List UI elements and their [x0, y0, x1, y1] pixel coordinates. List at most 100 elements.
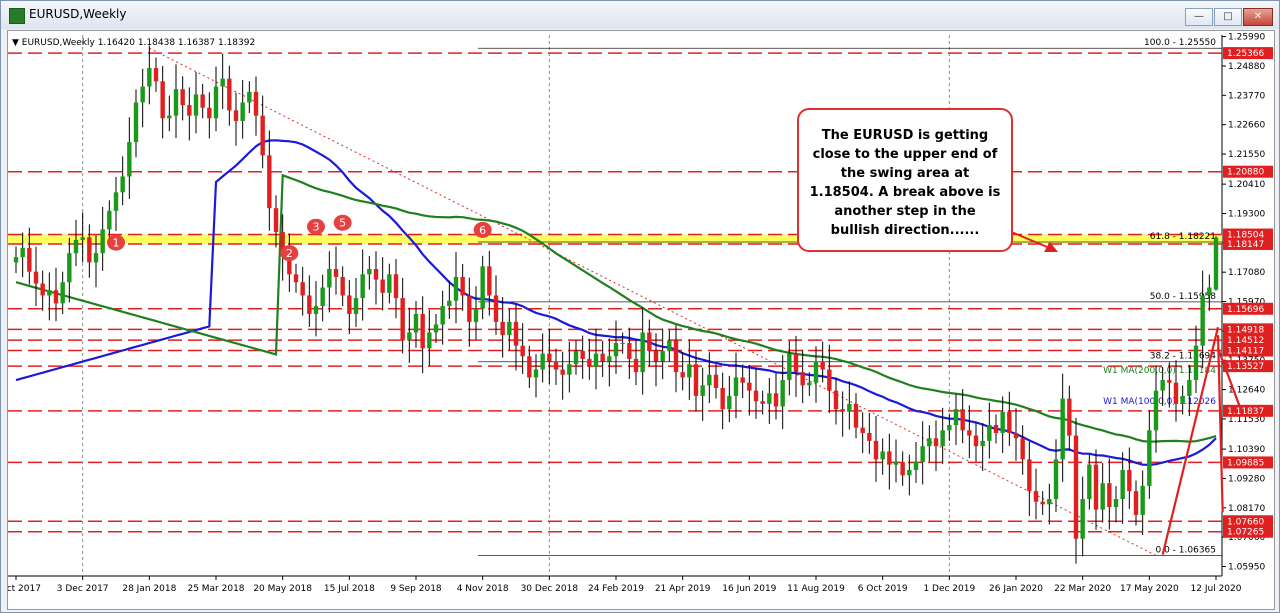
- candle-body: [913, 462, 919, 470]
- time-tick-label: 17 May 2020: [1120, 584, 1179, 594]
- minimize-button[interactable]: —: [1185, 8, 1213, 26]
- candle-body: [107, 210, 112, 230]
- time-tick-label: 9 Sep 2018: [390, 584, 442, 594]
- candle-body: [413, 313, 419, 333]
- candlesticks: [13, 45, 1219, 564]
- candle-body: [787, 353, 792, 381]
- candle-body: [1027, 459, 1032, 492]
- candle-body: [267, 155, 272, 209]
- candle-body: [873, 440, 879, 460]
- candle-body: [200, 94, 205, 108]
- candle-body: [93, 253, 99, 263]
- candle-body: [853, 403, 859, 428]
- candle-body: [20, 247, 25, 258]
- chart-area[interactable]: 1.25990 1.24880 1.23770 1.22660 1.21550 1.204…: [7, 30, 1275, 610]
- candle-body: [1160, 380, 1165, 391]
- time-tick-label: 20 May 2018: [253, 584, 312, 594]
- candle-body: [1047, 499, 1052, 505]
- candle-body: [153, 68, 159, 82]
- title-bar: EURUSD,Weekly — □ ✕: [1, 1, 1279, 29]
- candle-body: [1033, 491, 1039, 502]
- candle-body: [360, 274, 365, 299]
- candle-body: [407, 332, 412, 341]
- candle-body: [667, 340, 672, 351]
- candle-body: [367, 269, 372, 275]
- candle-body: [27, 247, 32, 272]
- candle-body: [340, 276, 345, 296]
- ma-100-line: [15, 139, 1217, 467]
- candle-body: [773, 393, 779, 407]
- candle-body: [1053, 459, 1059, 500]
- candle-body: [900, 462, 905, 476]
- candle-body: [593, 353, 599, 367]
- price-tick-label: 1.23770: [1228, 91, 1265, 101]
- annotation-callout: The EURUSD is getting close to the upper…: [797, 108, 1013, 252]
- level-label: 1.11837: [1227, 407, 1264, 417]
- candle-body: [627, 343, 632, 359]
- level-label: 1.07265: [1227, 528, 1264, 538]
- candle-body: [380, 279, 385, 293]
- candle-body: [613, 343, 619, 357]
- price-tick-label: 1.08170: [1228, 504, 1265, 514]
- candle-body: [60, 282, 65, 304]
- candle-body: [720, 387, 725, 410]
- candle-body: [1200, 295, 1205, 346]
- candle-body: [940, 430, 945, 447]
- candle-body: [273, 208, 279, 232]
- close-button[interactable]: ✕: [1243, 8, 1273, 26]
- candle-body: [653, 350, 659, 362]
- time-tick-label: 8 Oct 2017: [8, 584, 41, 594]
- candle-body: [87, 237, 92, 263]
- swing-marker-label: 1: [113, 237, 120, 250]
- time-tick-label: 4 Nov 2018: [457, 584, 509, 594]
- candle-body: [747, 382, 752, 391]
- candle-body: [487, 266, 492, 296]
- candle-body: [220, 78, 225, 87]
- candle-body: [827, 369, 832, 391]
- candle-body: [1000, 411, 1005, 433]
- candle-body: [547, 353, 552, 362]
- candle-body: [987, 425, 992, 441]
- candle-body: [1013, 432, 1019, 439]
- time-tick-label: 3 Dec 2017: [57, 584, 109, 594]
- candle-body: [1107, 483, 1112, 507]
- candle-body: [967, 430, 972, 436]
- candle-body: [520, 345, 525, 357]
- price-tick-label: 1.24880: [1228, 62, 1265, 72]
- candle-body: [180, 89, 185, 106]
- candle-body: [1067, 398, 1072, 436]
- candle-body: [447, 300, 452, 307]
- time-tick-label: 12 Jul 2020: [1191, 584, 1242, 594]
- candle-body: [347, 295, 352, 314]
- level-label: 1.20880: [1227, 168, 1264, 178]
- fib-level-label: 100.0 - 1.25550: [1144, 38, 1216, 48]
- candle-body: [587, 358, 592, 367]
- time-tick-label: 25 Mar 2018: [187, 584, 244, 594]
- candle-body: [860, 427, 865, 433]
- candle-body: [1007, 411, 1012, 433]
- candle-body: [527, 356, 532, 378]
- price-chart[interactable]: 1.25990 1.24880 1.23770 1.22660 1.21550 1.204…: [8, 31, 1274, 609]
- candle-body: [307, 295, 312, 314]
- time-tick-label: 1 Dec 2019: [923, 584, 975, 594]
- candle-body: [1140, 485, 1145, 515]
- candle-body: [793, 353, 799, 373]
- candle-body: [780, 380, 785, 407]
- candle-body: [1207, 287, 1212, 296]
- candle-body: [673, 340, 679, 373]
- maximize-button[interactable]: □: [1214, 8, 1242, 26]
- candle-body: [193, 94, 199, 116]
- candle-body: [753, 390, 759, 402]
- candle-body: [120, 176, 125, 193]
- candle-body: [993, 425, 999, 433]
- price-tick-label: 1.20410: [1228, 180, 1265, 190]
- candle-body: [560, 369, 565, 375]
- candle-body: [13, 257, 19, 263]
- level-label: 1.18147: [1227, 240, 1264, 250]
- level-label: 1.15696: [1227, 305, 1264, 315]
- candle-body: [1187, 380, 1192, 396]
- candle-body: [1147, 430, 1152, 486]
- terminal-window: EURUSD,Weekly — □ ✕ 1.25990 1.24880 1.2377…: [0, 0, 1280, 613]
- time-tick-label: 11 Aug 2019: [787, 584, 845, 594]
- candle-body: [1060, 398, 1065, 460]
